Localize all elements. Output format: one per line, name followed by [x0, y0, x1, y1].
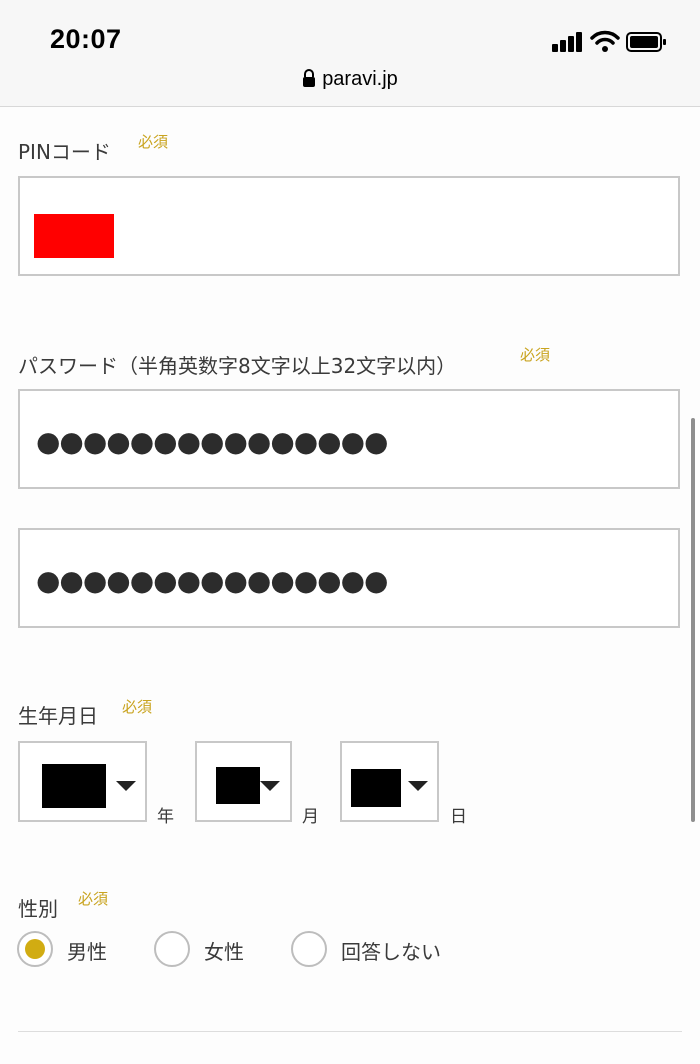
- password-confirm-masked-value: ●●●●●●●●●●●●●●●: [36, 564, 388, 597]
- birth-month-select[interactable]: [195, 741, 292, 822]
- battery-icon: [626, 32, 666, 52]
- signal-icon: [552, 32, 584, 52]
- gender-label-male[interactable]: 男性: [67, 936, 107, 965]
- pin-label: PINコード: [18, 140, 111, 164]
- status-time: 20:07: [50, 24, 122, 54]
- password-confirm-input[interactable]: ●●●●●●●●●●●●●●●: [18, 528, 680, 628]
- pin-input[interactable]: [18, 176, 680, 276]
- address-bar[interactable]: paravi.jp: [0, 68, 700, 91]
- password-input[interactable]: ●●●●●●●●●●●●●●●: [18, 389, 680, 489]
- birth-day-select[interactable]: [340, 741, 439, 822]
- year-unit: 年: [157, 807, 174, 827]
- gender-radio-no-answer[interactable]: [291, 931, 327, 967]
- gender-label-female[interactable]: 女性: [204, 936, 244, 965]
- section-divider: [18, 1031, 682, 1032]
- chevron-down-icon: [116, 781, 136, 791]
- birth-year-select[interactable]: [18, 741, 147, 822]
- wifi-icon: [590, 30, 620, 52]
- redacted-day-value: [351, 769, 401, 807]
- day-unit: 日: [450, 807, 467, 827]
- pin-required-badge: 必須: [138, 133, 169, 151]
- redacted-year-value: [42, 764, 106, 808]
- chevron-down-icon: [260, 781, 280, 791]
- redacted-pin-value: [34, 214, 114, 258]
- status-bar: 20:07 paravi.jp: [0, 0, 700, 107]
- gender-required-badge: 必須: [78, 890, 109, 908]
- scrollbar[interactable]: [691, 418, 695, 822]
- password-label: パスワード（半角英数字8文字以上32文字以内）: [18, 354, 457, 378]
- gender-radio-male[interactable]: [17, 931, 53, 967]
- birthdate-required-badge: 必須: [122, 698, 153, 716]
- password-required-badge: 必須: [520, 346, 551, 364]
- chevron-down-icon: [408, 781, 428, 791]
- redacted-month-value: [216, 767, 260, 804]
- birthdate-label: 生年月日: [18, 704, 98, 728]
- lock-icon: [303, 69, 316, 87]
- password-masked-value: ●●●●●●●●●●●●●●●: [36, 425, 388, 458]
- gender-label: 性別: [18, 897, 58, 921]
- month-unit: 月: [302, 807, 319, 827]
- gender-label-no-answer[interactable]: 回答しない: [341, 936, 441, 965]
- gender-radio-female[interactable]: [154, 931, 190, 967]
- url-text: paravi.jp: [322, 68, 398, 90]
